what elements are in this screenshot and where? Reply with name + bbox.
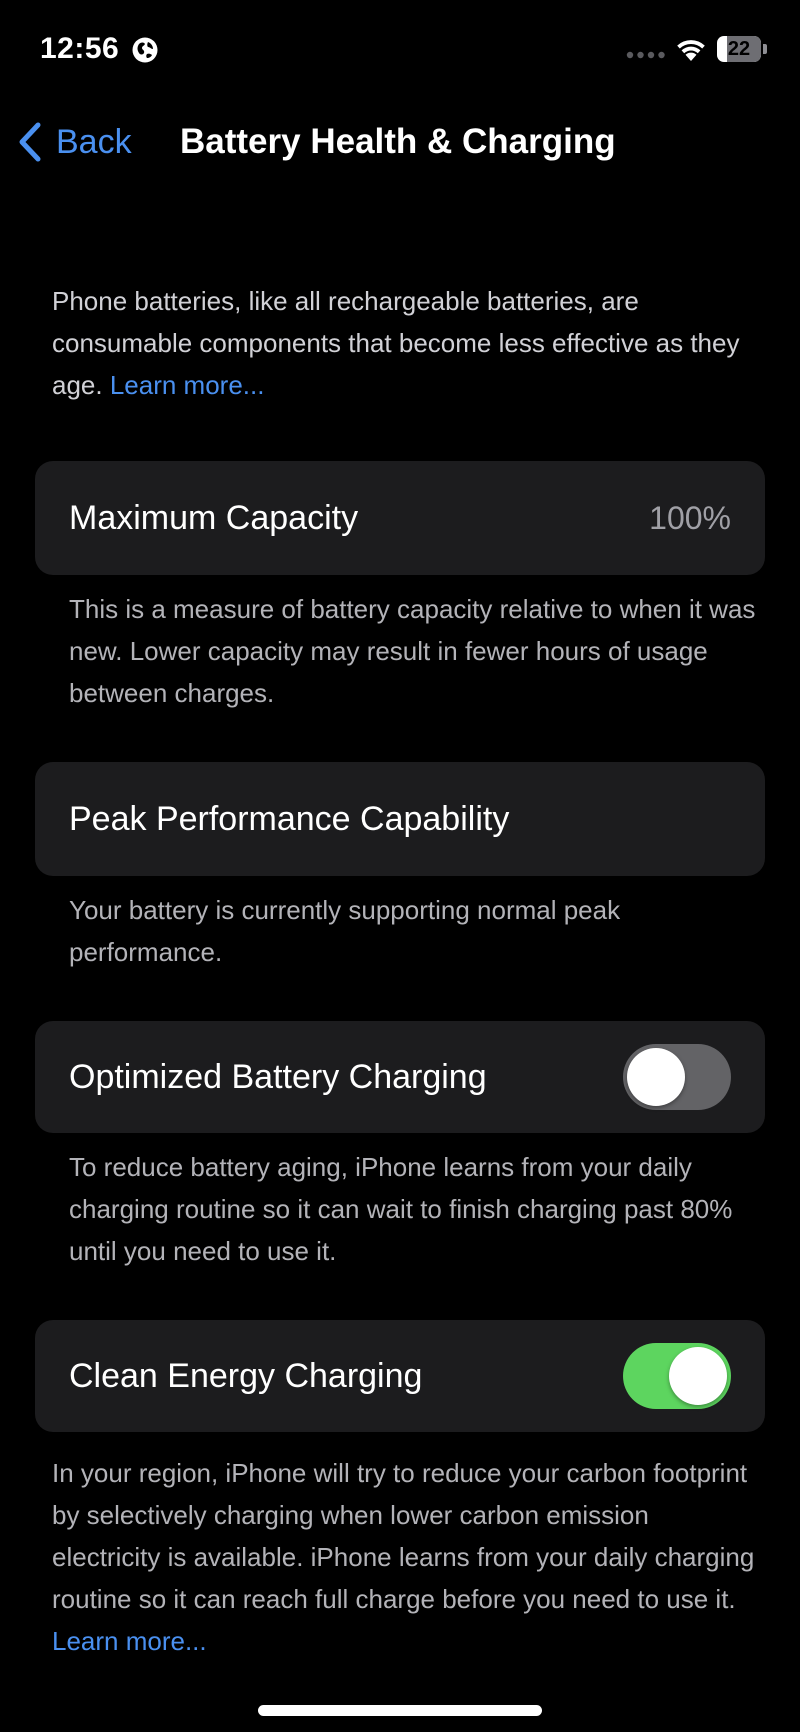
optimized-charging-row: Optimized Battery Charging xyxy=(35,1021,765,1133)
toggle-knob xyxy=(627,1048,685,1106)
status-bar: 12:56 22 xyxy=(0,0,800,100)
status-time: 12:56 xyxy=(40,32,120,65)
signal-dots-icon xyxy=(626,51,665,59)
maximum-capacity-footnote: This is a measure of battery capacity re… xyxy=(69,594,756,708)
learn-more-link[interactable]: Learn more... xyxy=(110,370,265,400)
battery-body: 22 xyxy=(717,36,761,62)
clean-energy-footnote: In your region, iPhone will try to reduc… xyxy=(52,1452,762,1662)
back-button[interactable]: Back xyxy=(16,120,132,164)
globe-icon xyxy=(132,37,158,63)
wifi-icon xyxy=(677,40,705,61)
clean-energy-label: Clean Energy Charging xyxy=(69,1357,423,1395)
peak-performance-footnote: Your battery is currently supporting nor… xyxy=(69,895,621,967)
home-indicator xyxy=(258,1705,542,1716)
optimized-charging-label: Optimized Battery Charging xyxy=(69,1058,487,1096)
chevron-left-icon xyxy=(19,122,41,162)
toggle-knob xyxy=(669,1347,727,1405)
peak-performance-label: Peak Performance Capability xyxy=(69,800,510,838)
clean-energy-footnote-text: In your region, iPhone will try to reduc… xyxy=(52,1458,755,1614)
optimized-charging-footnote: To reduce battery aging, iPhone learns f… xyxy=(69,1152,733,1266)
clean-energy-toggle[interactable] xyxy=(623,1343,731,1409)
intro-description: Phone batteries, like all rechargeable b… xyxy=(52,280,752,406)
learn-more-link[interactable]: Learn more... xyxy=(52,1626,207,1656)
back-label: Back xyxy=(56,122,132,161)
maximum-capacity-row: Maximum Capacity 100% xyxy=(35,461,765,575)
optimized-charging-toggle[interactable] xyxy=(623,1044,731,1110)
page-title: Battery Health & Charging xyxy=(180,122,616,161)
maximum-capacity-value: 100% xyxy=(649,500,731,536)
peak-performance-row[interactable]: Peak Performance Capability xyxy=(35,762,765,876)
nav-bar: Back Battery Health & Charging xyxy=(0,100,800,184)
battery-level: 22 xyxy=(727,38,751,60)
battery-cap xyxy=(763,44,767,54)
maximum-capacity-label: Maximum Capacity xyxy=(69,499,359,537)
clean-energy-row: Clean Energy Charging xyxy=(35,1320,765,1432)
battery-icon: 22 xyxy=(717,36,767,62)
